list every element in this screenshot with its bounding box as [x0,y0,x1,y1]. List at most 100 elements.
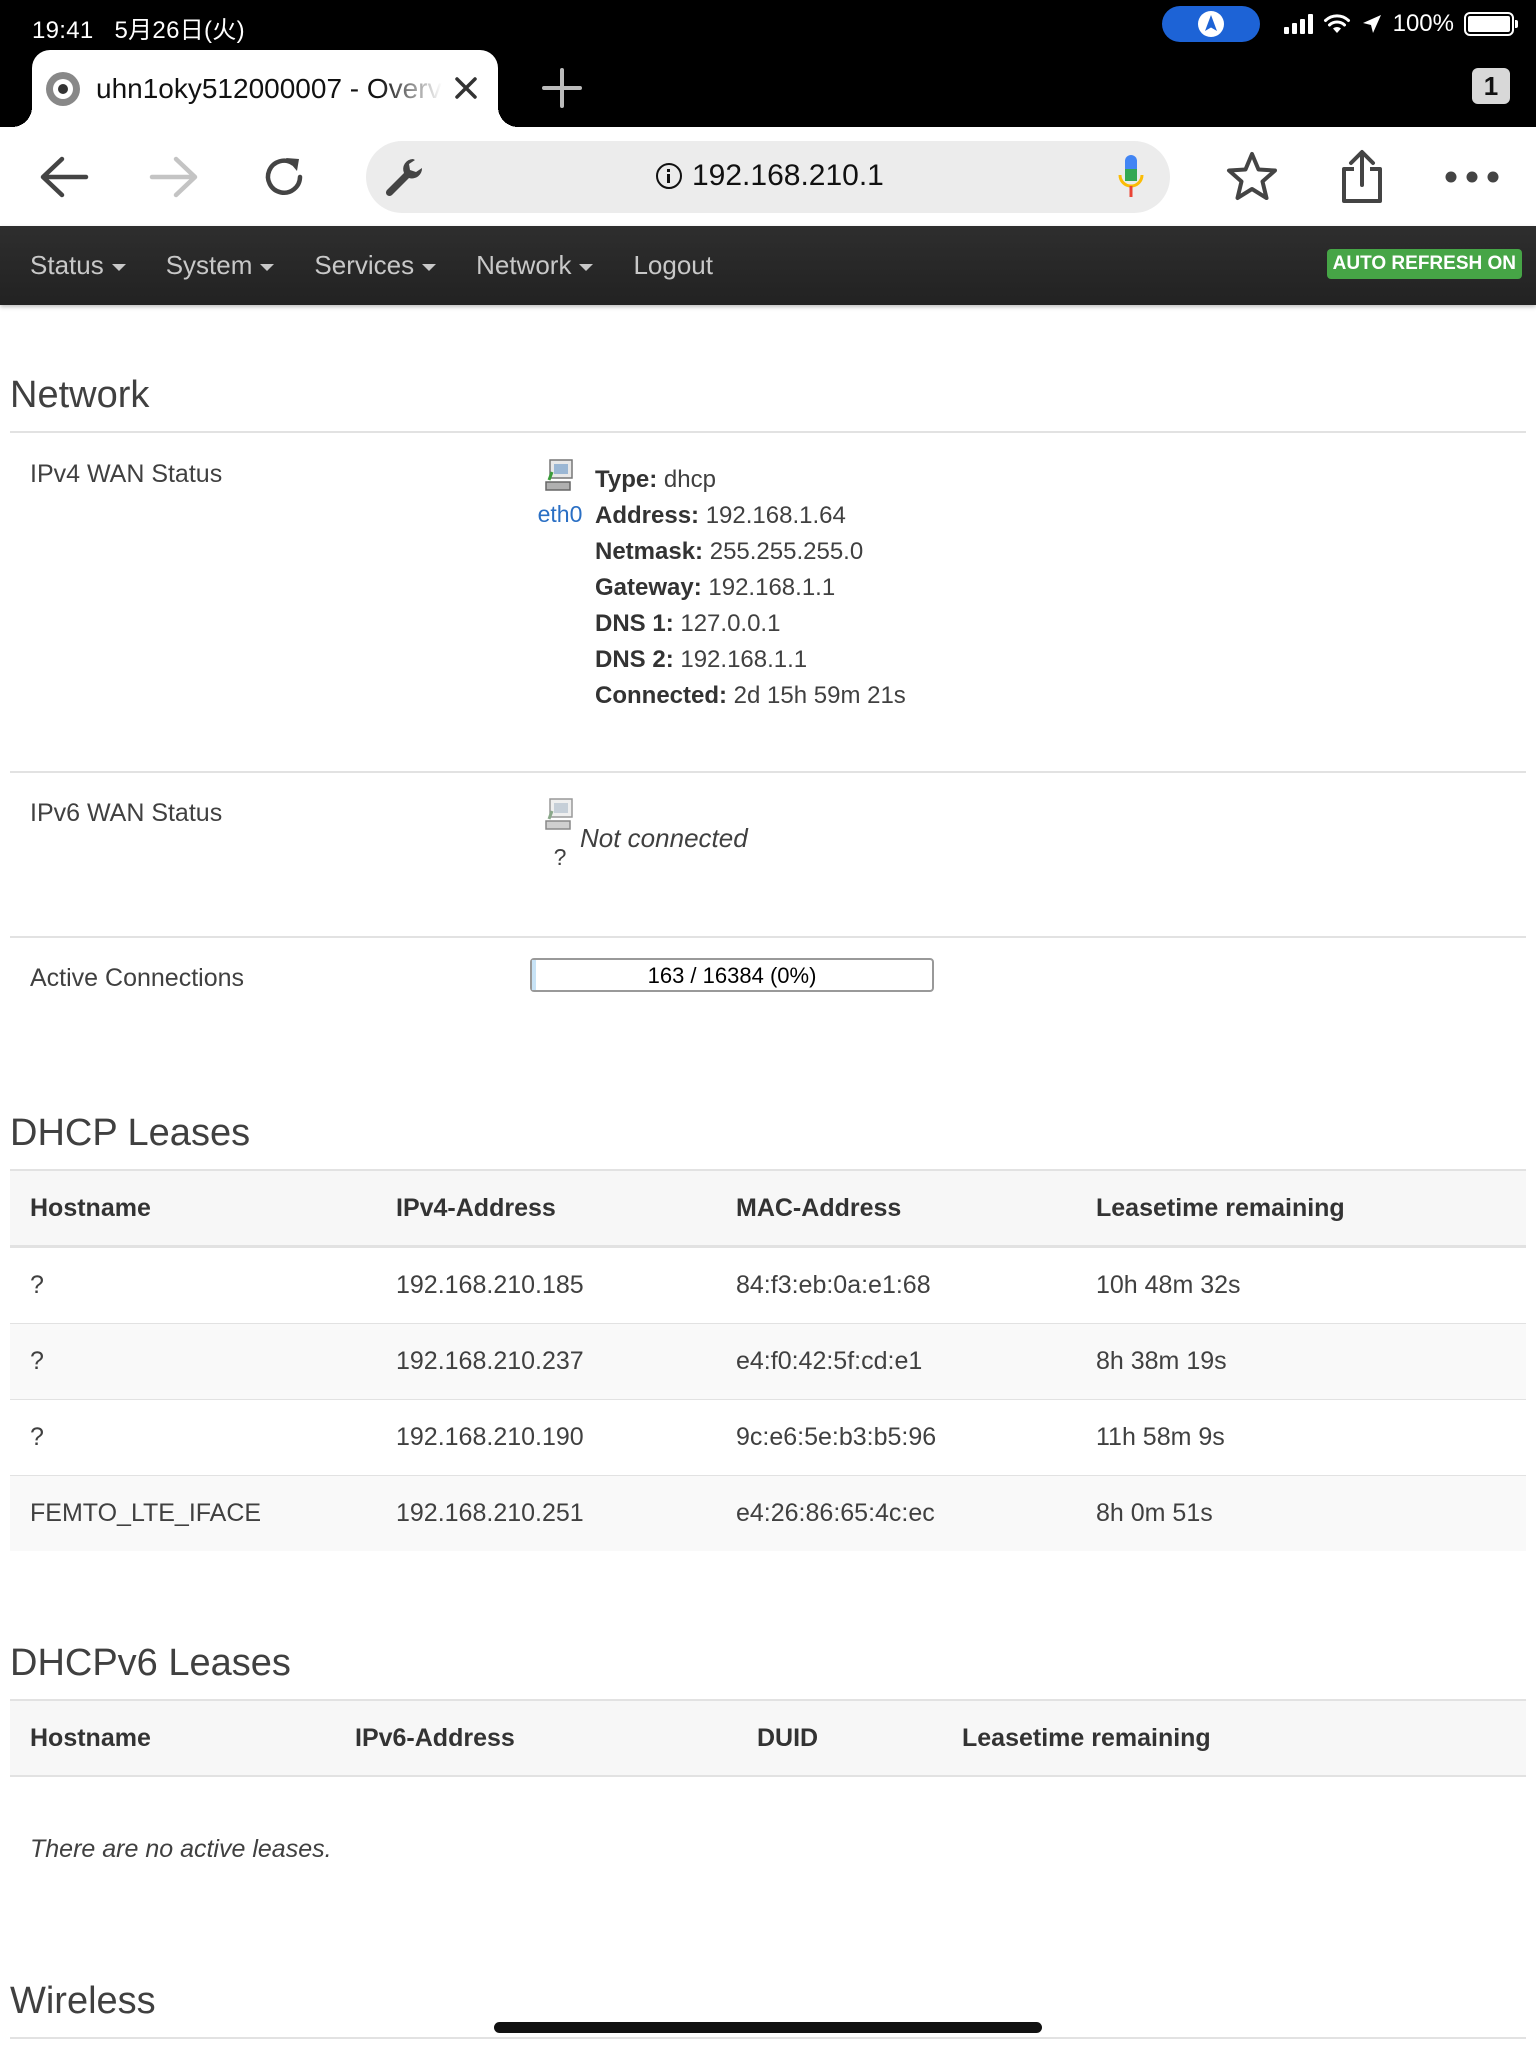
browser-tab[interactable]: uhn1oky512000007 - Overview [12,50,518,127]
leasetime-cell: 8h 0m 51s [1096,1499,1213,1527]
battery-percent: 100% [1392,10,1454,37]
hostname-cell: ? [30,1271,44,1299]
table-row: ? 192.168.210.185 84:f3:eb:0a:e1:68 10h … [10,1247,1526,1323]
section-title-dhcp-leases: DHCP Leases [10,1112,251,1154]
mac-cell: 9c:e6:5e:b3:b5:96 [736,1423,937,1451]
hostname-cell: ? [30,1347,44,1375]
dhcp-leases-table: Hostname IPv4-Address MAC-Address Leaset… [10,1171,1526,1551]
mac-cell: 84:f3:eb:0a:e1:68 [736,1271,931,1299]
close-tab-icon[interactable] [450,72,482,104]
table-row: ? 192.168.210.237 e4:f0:42:5f:cd:e1 8h 3… [10,1323,1526,1399]
active-connections-value: 163 / 16384 (0%) [647,963,817,988]
divider [10,936,1526,938]
reload-button[interactable] [254,147,314,207]
address-bar[interactable]: 192.168.210.1 [366,141,1170,213]
wifi-icon [1323,14,1350,33]
menu-status-label: Status [30,250,104,280]
favicon-icon [46,71,80,106]
caret-down-icon [111,263,126,271]
ipv4-gateway: Gateway: 192.168.1.1 [595,574,836,601]
ipv4-type: Type: dhcp [595,466,716,493]
wrench-icon[interactable] [382,155,426,199]
forward-button[interactable] [144,147,204,207]
menu-logout[interactable]: Logout [633,250,713,281]
ipv4-cell: 192.168.210.190 [396,1423,584,1451]
active-connections-bar: 163 / 16384 (0%) [530,958,934,992]
caret-down-icon [260,263,275,271]
table-row: FEMTO_LTE_IFACE 192.168.210.251 e4:26:86… [10,1475,1526,1551]
ipv4-dns1: DNS 1: 127.0.0.1 [595,610,781,637]
mac-cell: e4:f0:42:5f:cd:e1 [736,1347,923,1375]
ethernet-port-disabled-icon [545,798,573,830]
ipv4-cell: 192.168.210.251 [396,1499,584,1527]
browser-toolbar: 192.168.210.1 [0,127,1536,226]
navigation-app-pill[interactable] [1161,6,1260,42]
col-leasetime: Leasetime remaining [1096,1193,1345,1222]
col-ipv4-address: IPv4-Address [396,1193,556,1222]
ethernet-port-icon [545,459,573,491]
divider [10,771,1526,773]
microphone-icon[interactable] [1116,153,1146,201]
ipv4-netmask: Netmask: 255.255.255.0 [595,538,864,565]
url-text: 192.168.210.1 [692,159,884,192]
ipv6-wan-status-label: IPv6 WAN Status [30,799,223,827]
battery-icon [1464,12,1518,36]
back-arrow-icon [40,156,89,198]
clock: 19:41 [32,17,94,44]
divider [10,2037,1526,2039]
ipv4-connected: Connected: 2d 15h 59m 21s [595,682,906,709]
clock-date: 19:41 5月26日(火) [32,10,245,45]
auto-refresh-toggle[interactable]: AUTO REFRESH ON [1326,249,1522,279]
share-icon [1342,150,1382,203]
active-connections-label: Active Connections [30,964,245,992]
no-leases-message: There are no active leases. [30,1835,332,1863]
caret-down-icon [422,263,437,271]
col-duid: DUID [757,1723,819,1752]
star-icon [1227,152,1277,200]
tab-title: uhn1oky512000007 - Overview [96,72,442,104]
col-mac-address: MAC-Address [736,1193,902,1222]
more-dots-icon [1445,171,1499,183]
hostname-cell: FEMTO_LTE_IFACE [30,1499,262,1527]
mac-cell: e4:26:86:65:4c:ec [736,1499,935,1527]
info-icon[interactable] [656,163,682,189]
ipv4-dns2: DNS 2: 192.168.1.1 [595,646,808,673]
menu-network[interactable]: Network [476,250,594,281]
dhcpv6-leases-table: Hostname IPv6-Address DUID Leasetime rem… [10,1701,1526,1777]
ipv4-cell: 192.168.210.237 [396,1347,584,1375]
location-icon [1362,15,1381,33]
divider [10,431,1526,433]
share-button[interactable] [1332,147,1392,207]
ipv4-details: Type: dhcp Address: 192.168.1.64 Netmask… [595,462,906,714]
menu-system[interactable]: System [166,250,275,281]
menu-services[interactable]: Services [314,250,437,281]
leasetime-cell: 10h 48m 32s [1096,1271,1241,1299]
back-button[interactable] [34,147,94,207]
ipv4-interface-badge[interactable]: eth0 [530,458,590,528]
table-row: ? 192.168.210.190 9c:e6:5e:b3:b5:96 11h … [10,1399,1526,1475]
tab-count-button[interactable]: 1 [1472,68,1510,104]
luci-navbar: Status System Services Network Logout AU… [0,226,1536,305]
home-indicator[interactable] [494,2022,1042,2033]
leasetime-cell: 8h 38m 19s [1096,1347,1227,1375]
forward-arrow-icon [149,156,198,198]
menu-status[interactable]: Status [30,250,126,281]
ipv4-wan-status-label: IPv4 WAN Status [30,460,223,488]
more-menu-button[interactable] [1442,147,1502,207]
caret-down-icon [579,263,594,271]
col-ipv6-address: IPv6-Address [355,1723,515,1752]
col-hostname: Hostname [30,1723,151,1752]
bookmark-button[interactable] [1222,147,1282,207]
ipv4-interface-name[interactable]: eth0 [530,501,590,528]
status-icons: 100% [1161,6,1518,42]
ios-status-bar: 19:41 5月26日(火) 100% [0,0,1536,48]
section-title-wireless: Wireless [10,1980,156,2022]
url-display[interactable]: 192.168.210.1 [656,159,884,193]
leasetime-cell: 11h 58m 9s [1096,1423,1225,1451]
tab-strip: uhn1oky512000007 - Overview 1 [0,48,1536,127]
menu-logout-label: Logout [633,250,713,280]
col-hostname: Hostname [30,1193,151,1222]
menu-network-label: Network [476,250,572,280]
new-tab-icon[interactable] [540,66,584,110]
main-menu: Status System Services Network Logout [30,226,753,305]
